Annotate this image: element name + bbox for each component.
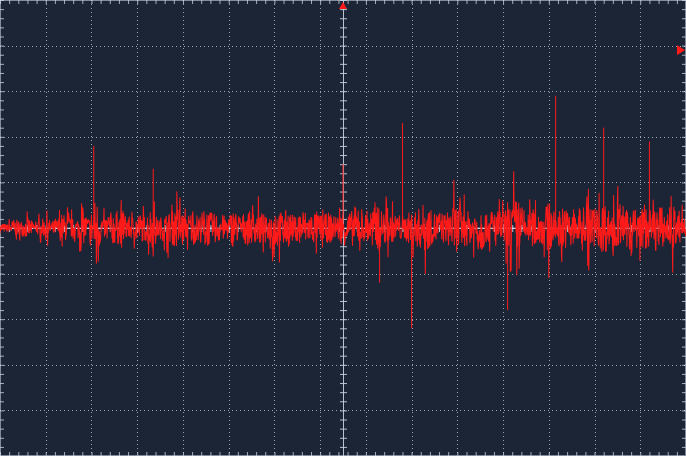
- triangle-down-icon: [339, 2, 347, 9]
- trigger-markers: [339, 2, 685, 56]
- waveform-display: [0, 0, 686, 456]
- oscilloscope-screen: [0, 0, 686, 456]
